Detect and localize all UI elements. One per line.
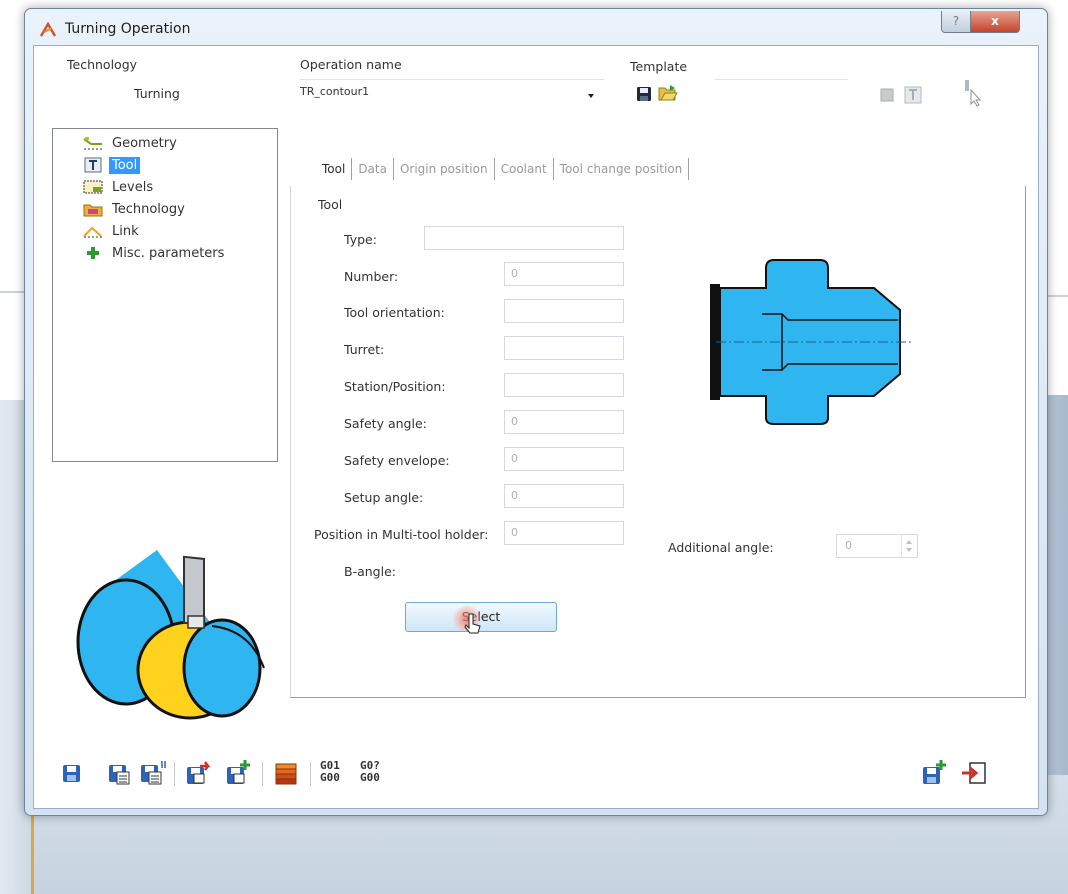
save-as-icon[interactable] [108,758,130,788]
tree-item-link[interactable]: Link [83,221,142,241]
operation-name-value: TR_contour1 [300,85,370,98]
save-list-icon[interactable] [140,758,166,788]
chevron-down-icon [588,94,594,98]
title-bar[interactable]: Turning Operation ? x [25,9,1047,45]
gcode-simulation-button[interactable]: G01 G00 [320,760,340,784]
window-title: Turning Operation [65,21,191,37]
multi-tool-position-field[interactable]: 0 [504,521,624,545]
mouse-cursor-icon [464,613,481,634]
tree-item-label: Geometry [112,135,177,151]
tool-orientation-field[interactable] [504,299,624,323]
tree-item-label: Tool [109,156,141,174]
operation-name-label: Operation name [300,57,402,72]
gcode-bottom: G00 [360,771,380,784]
additional-angle-spinner[interactable]: 0 [836,534,918,558]
background-panel-right [1045,395,1068,775]
parameter-tree[interactable]: Geometry Tool Levels Technology Link Mis… [52,128,278,462]
turning-operation-dialog: Turning Operation ? x Technology Turning… [24,8,1048,816]
tab-data[interactable]: Data [352,158,394,180]
tab-tool[interactable]: Tool [316,158,353,180]
tool-group-label: Tool [318,197,343,212]
save-icon[interactable] [62,758,82,788]
tab-origin-position[interactable]: Origin position [394,158,495,180]
safety-envelope-label: Safety envelope: [344,453,450,468]
safety-angle-field[interactable]: 0 [504,410,624,434]
save-template-icon[interactable] [636,86,652,102]
technology-icon [83,204,103,217]
number-label: Number: [344,269,399,284]
turning-preview-image [76,550,265,720]
tool-cursor-icon[interactable] [962,80,986,108]
open-template-icon[interactable] [658,84,678,102]
station-position-label: Station/Position: [344,379,446,394]
tool-icon [84,157,102,173]
exit-icon[interactable] [960,758,988,788]
operation-name-combobox[interactable]: TR_contour1 [300,82,602,104]
technology-label: Technology [67,57,138,72]
tree-item-geometry[interactable]: Geometry [83,133,180,153]
dialog-client-area: Technology Turning Operation name TR_con… [33,45,1039,809]
levels-icon [83,180,103,194]
app-logo-icon [39,22,57,37]
tree-item-label: Misc. parameters [112,245,225,261]
tree-item-label: Link [112,223,139,239]
additional-angle-label: Additional angle: [668,540,774,555]
operations-stack-icon[interactable] [274,758,300,788]
tool-holder-icon[interactable] [904,86,922,104]
close-button[interactable]: x [970,11,1020,33]
turret-label: Turret: [344,342,385,357]
gcode-check-button[interactable]: G0? G00 [360,760,380,784]
type-field[interactable] [424,226,624,250]
tool-orientation-label: Tool orientation: [344,305,445,320]
stop-icon[interactable] [880,88,894,102]
tree-item-technology[interactable]: Technology [83,199,188,219]
number-field[interactable]: 0 [504,262,624,286]
geometry-icon [83,137,102,150]
save-and-add-icon[interactable] [922,758,948,788]
tab-tool-change-position[interactable]: Tool change position [554,158,690,180]
link-icon [83,226,102,238]
tree-item-label: Technology [112,201,185,217]
station-position-field[interactable] [504,373,624,397]
tree-item-misc-parameters[interactable]: Misc. parameters [83,243,227,263]
template-label: Template [630,59,688,74]
tab-strip: Tool Data Origin position Coolant Tool c… [316,156,690,182]
multi-tool-position-label: Position in Multi-tool holder: [314,527,489,542]
gcode-bottom: G00 [320,771,340,784]
export-green-icon[interactable] [226,758,252,788]
additional-angle-value: 0 [845,539,852,552]
type-label: Type: [344,232,377,247]
export-red-icon[interactable] [186,758,212,788]
safety-angle-label: Safety angle: [344,416,427,431]
tree-item-tool[interactable]: Tool [83,155,141,175]
technology-value: Turning [134,86,180,101]
tree-item-label: Levels [112,179,154,195]
safety-envelope-field[interactable]: 0 [504,447,624,471]
tree-item-levels[interactable]: Levels [83,177,156,197]
b-angle-label: B-angle: [344,564,396,579]
tab-coolant[interactable]: Coolant [495,158,554,180]
tool-preview-image [710,259,912,425]
plus-icon [87,247,99,259]
help-button[interactable]: ? [941,11,971,33]
setup-angle-field[interactable]: 0 [504,484,624,508]
turret-field[interactable] [504,336,624,360]
setup-angle-label: Setup angle: [344,490,424,505]
spinner-arrows-icon[interactable] [901,535,917,557]
